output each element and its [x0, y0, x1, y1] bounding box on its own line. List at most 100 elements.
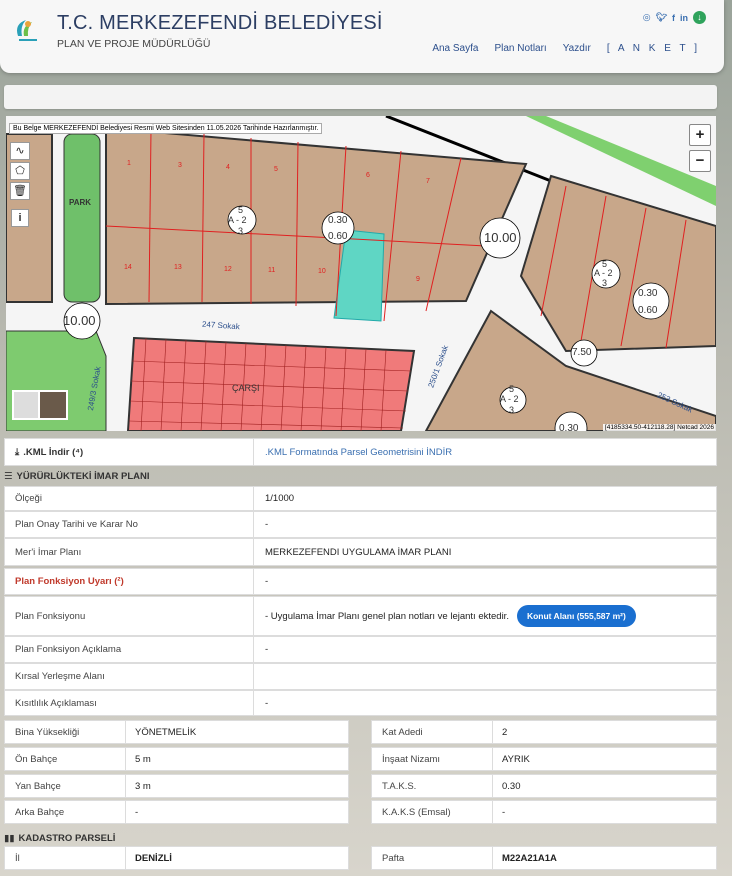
imar-row-uyari: Plan Fonksiyon Uyarı (²) - — [4, 568, 717, 595]
zone3-label-bottom: 3 — [509, 405, 515, 415]
detail-row: Bina Yüksekliği YÖNETMELİK — [4, 720, 349, 744]
kadastro-row: İl DENİZLİ — [4, 846, 349, 870]
site-header: T.C. MERKEZEFENDİ BELEDİYESİ PLAN VE PRO… — [0, 0, 724, 73]
detail-label: T.A.K.S. — [382, 780, 417, 792]
imar-section-title: YÜRÜRLÜKTEKİ İMAR PLANI — [16, 470, 150, 482]
kml-download-link[interactable]: .KML Formatında Parsel Geometrisini İNDİ… — [265, 447, 452, 458]
parcel-number: 4 — [226, 164, 230, 171]
function-area-button[interactable]: Konut Alanı (555,587 m²) — [516, 605, 636, 627]
detail-label: İnşaat Nizamı — [382, 753, 441, 765]
parcel-number: 6 — [366, 172, 370, 179]
site-subtitle: PLAN VE PROJE MÜDÜRLÜĞÜ — [57, 38, 211, 50]
row-label: Plan Fonksiyon Uyarı (²) — [15, 576, 124, 587]
zoom-in-button[interactable]: + — [689, 124, 711, 146]
row-value: 1/1000 — [265, 493, 295, 504]
detail-value: - — [502, 806, 506, 818]
road-width-d: 7.50 — [572, 347, 592, 358]
detail-label: Kat Adedi — [382, 726, 423, 738]
twitter-icon[interactable]: 🐦︎ — [656, 12, 667, 23]
market-block — [126, 336, 416, 431]
base-layer-satellite-button[interactable] — [38, 390, 68, 420]
parcel-number: 13 — [174, 264, 182, 271]
taks-label-3: 0.30 — [559, 423, 579, 431]
detail-label: Bina Yüksekliği — [15, 726, 80, 738]
download-icon[interactable]: ↓ — [693, 11, 706, 24]
kaks-label-1: 0.60 — [328, 231, 348, 242]
parcel-number: 5 — [274, 166, 278, 173]
row-label: Kısıtlılık Açıklaması — [15, 697, 97, 709]
detail-value: 3 m — [135, 780, 151, 792]
road-width-b: 10.00 — [484, 230, 517, 245]
kadastro-label: İl — [15, 852, 20, 864]
row-label: Kırsal Yerleşme Alanı — [15, 671, 105, 682]
kadastro-value: DENİZLİ — [135, 852, 172, 864]
imar-row-olcek: Ölçeği 1/1000 — [4, 486, 717, 511]
map-notice: Bu Belge MERKEZEFENDİ Belediyesi Resmi W… — [9, 123, 323, 134]
polygon-tool-icon[interactable]: ⬠ — [10, 162, 30, 180]
kml-row: ⤓ .KML İndir (⁴) .KML Formatında Parsel … — [4, 438, 717, 466]
road-width-a: 10.00 — [63, 313, 96, 328]
instagram-icon[interactable]: ◎ — [643, 12, 651, 23]
imar-row-aciklama: Plan Fonksiyon Açıklama - — [4, 636, 717, 663]
taks-label-2: 0.30 — [638, 288, 658, 299]
row-label: Mer'i İmar Planı — [15, 546, 82, 558]
download-icon: ⤓ — [15, 446, 20, 458]
kaks-label-2: 0.60 — [638, 305, 658, 316]
taks-label-1: 0.30 — [328, 215, 348, 226]
parcel-number: 1 — [127, 160, 131, 167]
nav-plan-notes[interactable]: Plan Notları — [494, 43, 546, 54]
parcel-number: 10 — [318, 268, 326, 275]
kml-label: .KML İndir (⁴) — [23, 446, 84, 458]
nav-survey[interactable]: [ A N K E T ] — [607, 43, 700, 54]
map-drawing-tools: ∿ ⬠ 🗑︎ — [10, 142, 30, 200]
zoom-out-button[interactable]: − — [689, 150, 711, 172]
row-value: MERKEZEFENDI UYGULAMA İMAR PLANI — [265, 546, 452, 558]
detail-label: Ön Bahçe — [15, 753, 58, 765]
zone3-label-mid: A - 2 — [500, 394, 519, 404]
nav-print[interactable]: Yazdır — [563, 43, 591, 54]
info-icon[interactable]: i — [11, 209, 29, 227]
imar-row-kisitlilik: Kısıtlılık Açıklaması - — [4, 690, 717, 716]
parcel-number: 3 — [178, 162, 182, 169]
nav-home[interactable]: Ana Sayfa — [432, 43, 478, 54]
main-nav: Ana Sayfa Plan Notları Yazdır [ A N K E … — [432, 43, 700, 54]
detail-row: Kat Adedi 2 — [371, 720, 717, 744]
polyline-tool-icon[interactable]: ∿ — [10, 142, 30, 160]
row-value: - — [265, 576, 269, 587]
parcel-number: 14 — [124, 264, 132, 271]
parcel-map[interactable]: PARK ÇARŞI 247 Sokak 250/1 Sokak 253 Sok… — [6, 116, 716, 431]
site-title: T.C. MERKEZEFENDİ BELEDİYESİ — [57, 12, 383, 34]
kadastro-label: Pafta — [382, 852, 405, 864]
detail-label: Arka Bahçe — [15, 806, 65, 818]
detail-label: K.A.K.S (Emsal) — [382, 806, 451, 818]
detail-value: 0.30 — [502, 780, 521, 792]
detail-label: Yan Bahçe — [15, 780, 61, 792]
parcel-number: 12 — [224, 266, 232, 273]
imar-row-meri: Mer'i İmar Planı MERKEZEFENDI UYGULAMA İ… — [4, 538, 717, 566]
detail-row: İnşaat Nizamı AYRIK — [371, 747, 717, 771]
row-label: Plan Onay Tarihi ve Karar No — [15, 519, 138, 530]
market-label: ÇARŞI — [232, 383, 260, 393]
zone2-label-bottom: 3 — [602, 278, 608, 288]
linkedin-icon[interactable]: in — [680, 13, 688, 23]
kadastro-value: M22A21A1A — [502, 852, 557, 864]
row-label: Plan Fonksiyon Açıklama — [15, 644, 122, 655]
detail-value: AYRIK — [502, 753, 530, 765]
detail-value: YÖNETMELİK — [135, 726, 197, 738]
imar-row-kirsal: Kırsal Yerleşme Alanı — [4, 663, 717, 690]
zone-label-bottom: 3 — [238, 226, 244, 236]
trash-icon[interactable]: 🗑︎ — [10, 182, 30, 200]
facebook-icon[interactable]: f — [672, 13, 675, 23]
park-area — [63, 133, 101, 303]
detail-row: T.A.K.S. 0.30 — [371, 774, 717, 798]
row-label: Plan Fonksiyonu — [15, 610, 86, 622]
parcel-number: 9 — [416, 276, 420, 283]
kadastro-row: Pafta M22A21A1A — [371, 846, 717, 870]
row-value: - — [265, 519, 269, 530]
detail-row: Ön Bahçe 5 m — [4, 747, 349, 771]
municipality-logo[interactable] — [10, 14, 46, 46]
imar-row-onay: Plan Onay Tarihi ve Karar No - — [4, 511, 717, 538]
detail-row: Arka Bahçe - — [4, 800, 349, 824]
row-value: - — [265, 644, 269, 655]
detail-row: Yan Bahçe 3 m — [4, 774, 349, 798]
